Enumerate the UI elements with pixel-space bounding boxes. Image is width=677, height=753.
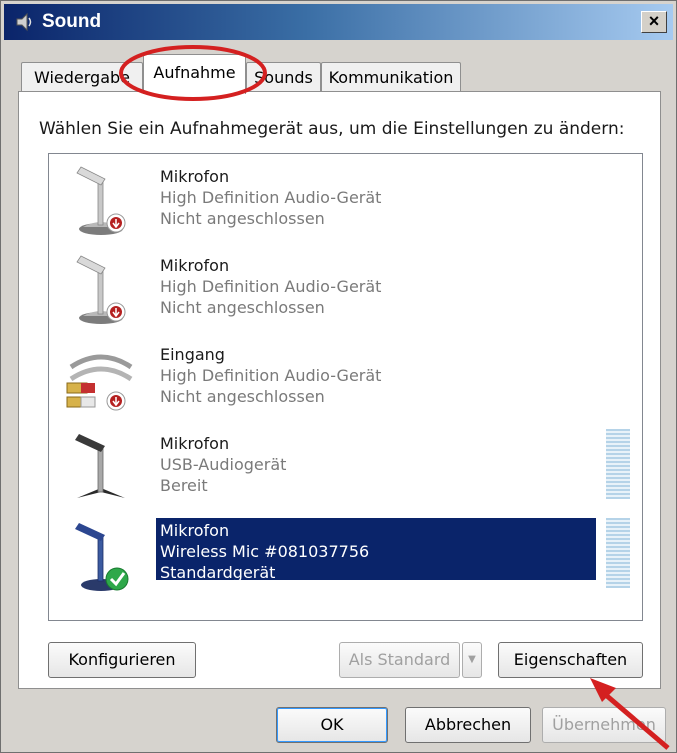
device-status: Standardgerät bbox=[160, 563, 276, 582]
device-status: Nicht angeschlossen bbox=[160, 298, 325, 317]
tab-sounds[interactable]: Sounds bbox=[246, 62, 321, 92]
selected-device-highlight: Mikrofon Wireless Mic #081037756 Standar… bbox=[156, 518, 596, 582]
title-bar[interactable]: Sound × bbox=[4, 4, 673, 40]
configure-button[interactable]: Konfigurieren bbox=[48, 642, 196, 678]
instruction-text: Wählen Sie ein Aufnahmegerät aus, um die… bbox=[39, 119, 625, 139]
device-name: Mikrofon bbox=[160, 167, 230, 186]
list-item-device[interactable]: Mikrofon High Definition Audio-Gerät Nic… bbox=[49, 245, 642, 333]
microphone-default-icon bbox=[75, 523, 129, 591]
close-button[interactable]: × bbox=[641, 11, 667, 33]
device-driver: Wireless Mic #081037756 bbox=[160, 542, 370, 561]
list-item-device[interactable]: Mikrofon High Definition Audio-Gerät Nic… bbox=[49, 156, 642, 244]
tab-wiedergabe[interactable]: Wiedergabe bbox=[21, 62, 143, 92]
device-driver: USB-Audiogerät bbox=[160, 455, 287, 474]
device-status: Nicht angeschlossen bbox=[160, 387, 325, 406]
device-status: Nicht angeschlossen bbox=[160, 209, 325, 228]
properties-button[interactable]: Eigenschaften bbox=[498, 642, 643, 678]
line-in-cable-icon bbox=[66, 354, 133, 411]
recording-tab-panel: Wählen Sie ein Aufnahmegerät aus, um die… bbox=[18, 91, 661, 689]
sound-dialog: Sound × Wiedergabe Aufnahme Sounds Kommu… bbox=[0, 0, 677, 753]
recording-device-list[interactable]: Mikrofon High Definition Audio-Gerät Nic… bbox=[48, 153, 643, 621]
list-item-device[interactable]: Eingang High Definition Audio-Gerät Nich… bbox=[49, 334, 642, 422]
tab-kommunikation[interactable]: Kommunikation bbox=[321, 62, 461, 92]
apply-button[interactable]: Übernehmen bbox=[542, 707, 666, 743]
ok-button[interactable]: OK bbox=[276, 707, 388, 743]
device-name: Mikrofon bbox=[160, 521, 230, 540]
device-name: Eingang bbox=[160, 345, 225, 364]
microphone-disconnected-icon bbox=[76, 255, 126, 324]
list-item-device[interactable]: Mikrofon USB-Audiogerät Bereit bbox=[49, 423, 642, 511]
device-name: Mikrofon bbox=[160, 434, 230, 453]
device-name: Mikrofon bbox=[160, 256, 230, 275]
device-status: Bereit bbox=[160, 476, 208, 495]
device-driver: High Definition Audio-Gerät bbox=[160, 188, 382, 207]
device-driver: High Definition Audio-Gerät bbox=[160, 277, 382, 296]
device-driver: High Definition Audio-Gerät bbox=[160, 366, 382, 385]
set-default-dropdown-arrow[interactable]: ▼ bbox=[462, 642, 482, 678]
window-title: Sound bbox=[42, 11, 102, 32]
cancel-button[interactable]: Abbrechen bbox=[405, 707, 531, 743]
list-item-device[interactable]: Mikrofon Wireless Mic #081037756 Standar… bbox=[49, 512, 642, 600]
set-default-button[interactable]: Als Standard bbox=[339, 642, 460, 678]
microphone-icon bbox=[75, 434, 125, 498]
level-meter bbox=[606, 518, 630, 588]
level-meter bbox=[606, 429, 630, 499]
tab-aufnahme[interactable]: Aufnahme bbox=[143, 54, 246, 94]
microphone-disconnected-icon bbox=[76, 166, 126, 235]
speaker-icon bbox=[16, 12, 32, 32]
